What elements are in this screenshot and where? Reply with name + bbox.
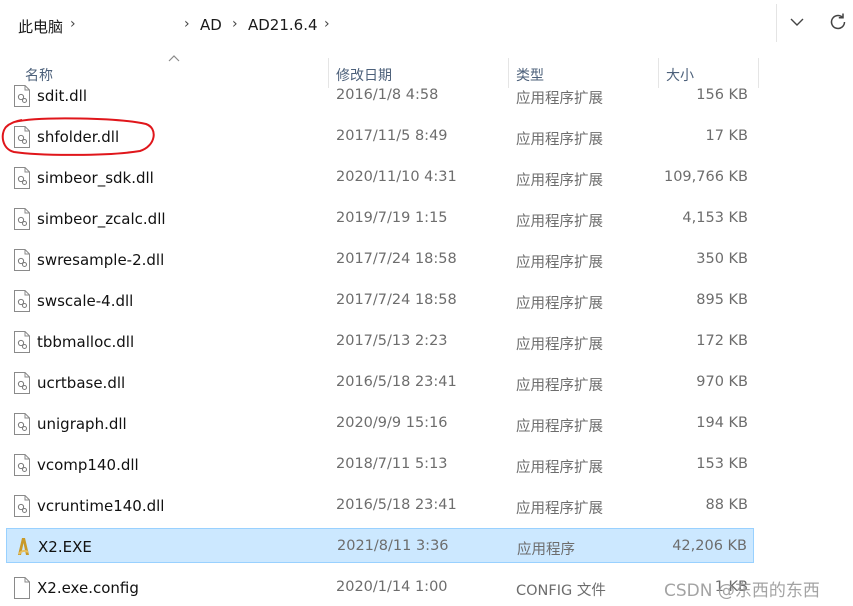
dll-file-icon [12,371,32,395]
file-type: 应用程序 [517,542,575,558]
file-name: X2.EXE [38,538,92,556]
file-row[interactable]: X2.exe.config 2020/1/14 1:00 CONFIG 文件 1 KB [6,570,754,604]
file-name: shfolder.dll [37,128,120,146]
file-type: 应用程序扩展 [516,173,603,189]
file-row[interactable]: vcomp140.dll 2018/7/11 5:13 应用程序扩展 153 KB [6,447,754,481]
file-type: 应用程序扩展 [516,255,603,271]
chevron-down-icon [790,18,804,26]
file-name: vcruntime140.dll [37,497,165,515]
file-size: 109,766 KB [663,169,748,185]
file-type: 应用程序扩展 [516,460,603,476]
file-row[interactable]: shfolder.dll 2017/11/5 8:49 应用程序扩展 17 KB [6,119,754,153]
file-row[interactable]: swscale-4.dll 2017/7/24 18:58 应用程序扩展 895 KB [6,283,754,317]
file-name: tbbmalloc.dll [37,333,135,351]
altium-exe-icon [13,535,33,559]
dll-file-icon [12,453,32,477]
address-bar: 此电脑 › › AD › AD21.6.4 › [0,0,853,46]
file-size: 156 KB [696,87,748,103]
file-type: 应用程序扩展 [516,296,603,312]
file-modified-date: 2018/7/11 5:13 [336,456,448,472]
file-row[interactable]: unigraph.dll 2020/9/9 15:16 应用程序扩展 194 KB [6,406,754,440]
file-type: 应用程序扩展 [516,132,603,148]
file-size: 970 KB [696,374,748,390]
breadcrumb-separator-icon[interactable]: › [232,16,238,32]
column-divider[interactable] [758,58,759,88]
breadcrumb[interactable]: 此电脑 › › AD › AD21.6.4 › [4,4,777,42]
config-file-icon [12,576,32,600]
dll-file-icon [12,84,32,108]
file-size: 153 KB [696,456,748,472]
file-row[interactable]: swresample-2.dll 2017/7/24 18:58 应用程序扩展 350… [6,242,754,276]
file-modified-date: 2019/7/19 1:15 [336,210,448,226]
file-row[interactable]: ucrtbase.dll 2016/5/18 23:41 应用程序扩展 970 KB [6,365,754,399]
sort-ascending-icon [168,55,180,62]
file-size: 350 KB [696,251,748,267]
file-row[interactable]: X2.EXE 2021/8/11 3:36 应用程序 42,206 KB [6,528,754,563]
file-row[interactable]: sdit.dll 2016/1/8 4:58 应用程序扩展 156 KB [6,78,754,112]
file-modified-date: 2017/7/24 18:58 [336,292,457,308]
file-name: swscale-4.dll [37,292,134,310]
file-modified-date: 2017/7/24 18:58 [336,251,457,267]
dll-file-icon [12,207,32,231]
file-row[interactable]: vcruntime140.dll 2016/5/18 23:41 应用程序扩展 88 … [6,488,754,522]
file-size: 4,153 KB [682,210,748,226]
file-type: 应用程序扩展 [516,419,603,435]
dll-file-icon [12,330,32,354]
file-modified-date: 2016/1/8 4:58 [336,87,439,103]
file-modified-date: 2016/5/18 23:41 [336,374,457,390]
breadcrumb-separator-icon[interactable]: › [184,16,190,32]
watermark: CSDN @东西的东西 [664,581,820,601]
file-modified-date: 2017/5/13 2:23 [336,333,448,349]
file-name: ucrtbase.dll [37,374,126,392]
dll-file-icon [12,166,32,190]
file-size: 172 KB [696,333,748,349]
dll-file-icon [12,289,32,313]
file-type: 应用程序扩展 [516,337,603,353]
file-name: simbeor_zcalc.dll [37,210,166,228]
breadcrumb-ad[interactable]: AD [200,16,222,34]
file-modified-date: 2020/9/9 15:16 [336,415,448,431]
file-size: 88 KB [705,497,748,513]
file-name: vcomp140.dll [37,456,139,474]
file-type: 应用程序扩展 [516,501,603,517]
file-type: 应用程序扩展 [516,214,603,230]
file-name: simbeor_sdk.dll [37,169,154,187]
file-size: 895 KB [696,292,748,308]
dll-file-icon [12,125,32,149]
breadcrumb-this-pc[interactable]: 此电脑 [18,16,63,37]
file-type: 应用程序扩展 [516,91,603,107]
file-row[interactable]: simbeor_sdk.dll 2020/11/10 4:31 应用程序扩展 109,… [6,160,754,194]
file-type: CONFIG 文件 [516,583,606,599]
file-row[interactable]: tbbmalloc.dll 2017/5/13 2:23 应用程序扩展 172 KB [6,324,754,358]
file-name: X2.exe.config [37,579,139,597]
breadcrumb-ad21[interactable]: AD21.6.4 [248,16,318,34]
breadcrumb-separator-icon[interactable]: › [70,16,76,32]
file-size: 42,206 KB [672,538,747,554]
file-name: sdit.dll [37,87,88,105]
file-modified-date: 2016/5/18 23:41 [336,497,457,513]
dll-file-icon [12,412,32,436]
breadcrumb-separator-icon[interactable]: › [324,16,330,32]
file-size: 17 KB [705,128,748,144]
dll-file-icon [12,248,32,272]
file-type: 应用程序扩展 [516,378,603,394]
file-name: unigraph.dll [37,415,127,433]
file-modified-date: 2021/8/11 3:36 [337,538,449,554]
dll-file-icon [12,494,32,518]
file-modified-date: 2020/1/14 1:00 [336,579,448,595]
refresh-icon [830,13,846,30]
refresh-button[interactable] [826,10,850,34]
address-history-dropdown[interactable] [786,10,808,34]
file-modified-date: 2020/11/10 4:31 [336,169,457,185]
file-row[interactable]: simbeor_zcalc.dll 2019/7/19 1:15 应用程序扩展 4,1… [6,201,754,235]
file-modified-date: 2017/11/5 8:49 [336,128,448,144]
file-name: swresample-2.dll [37,251,165,269]
file-size: 194 KB [696,415,748,431]
